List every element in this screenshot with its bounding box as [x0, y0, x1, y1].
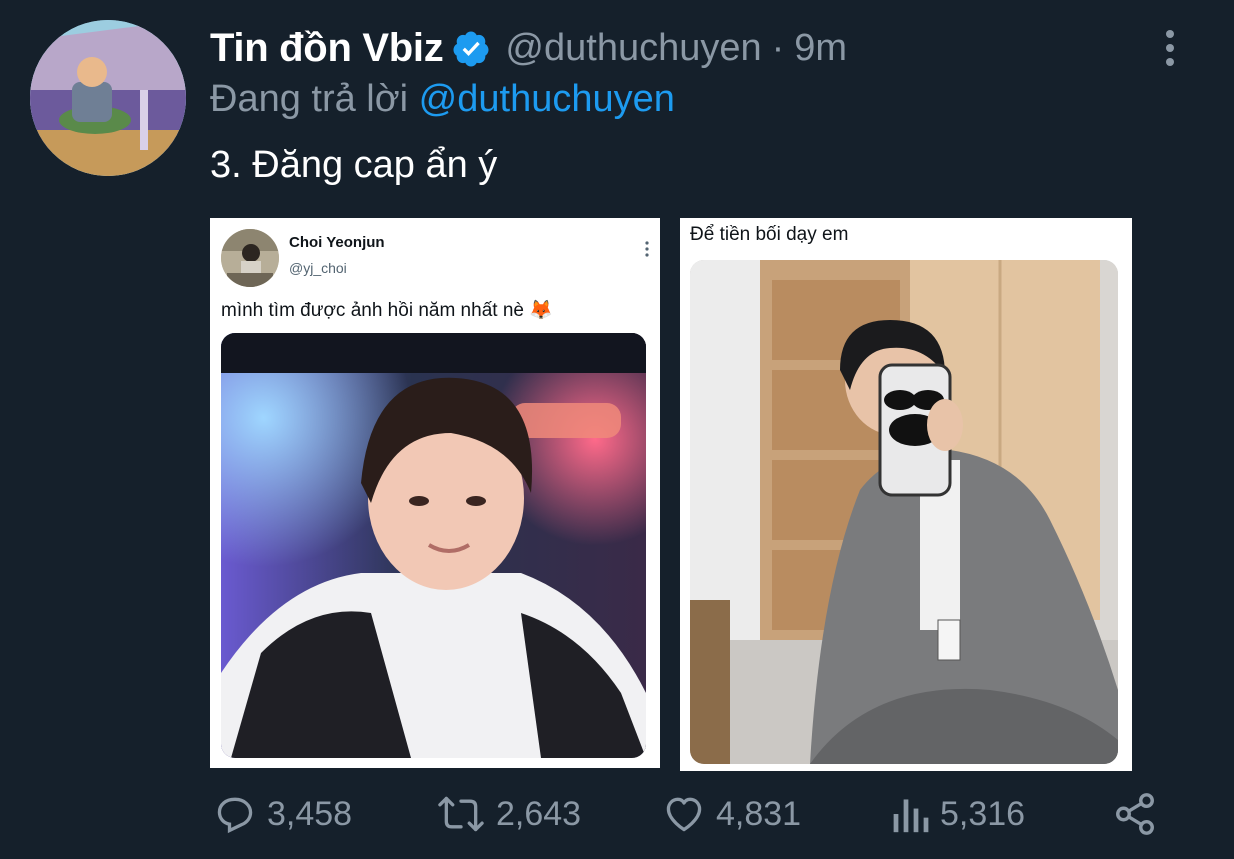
media-image-left[interactable]: Choi Yeonjun @yj_choi mình tìm được ảnh … — [210, 218, 660, 768]
author-name[interactable]: Tin đồn Vbiz — [210, 26, 444, 71]
author-handle[interactable]: @duthuchuyen — [505, 27, 761, 70]
tweet-actions: 3,458 2,643 4,831 5,316 — [0, 788, 1234, 840]
reply-prefix: Đang trả lời — [210, 78, 409, 120]
verified-badge-icon — [453, 31, 489, 66]
quoted-author-handle: @yj_choi — [289, 260, 347, 276]
media-image-right[interactable]: Để tiền bối dạy em — [680, 218, 1132, 771]
quoted-tweet-text: mình tìm được ảnh hồi năm nhất nè 🦊 — [221, 300, 553, 321]
share-icon — [1116, 793, 1154, 835]
reply-count: 3,458 — [267, 794, 353, 833]
reply-icon — [217, 797, 253, 834]
retweet-icon — [438, 796, 484, 832]
retweet-count: 2,643 — [496, 794, 582, 833]
like-icon — [666, 797, 702, 832]
separator: · — [771, 27, 785, 69]
retweet-button[interactable]: 2,643 — [436, 788, 581, 840]
like-count: 4,831 — [716, 794, 802, 833]
views-button[interactable]: 5,316 — [890, 788, 1025, 840]
quoted-more-icon — [645, 241, 649, 257]
author-avatar[interactable] — [30, 20, 186, 176]
image-caption: Để tiền bối dạy em — [690, 224, 849, 245]
tweet-header: Tin đồn Vbiz @duthuchuyen · 9m — [210, 26, 847, 71]
reply-context: Đang trả lời @duthuchuyen — [210, 78, 675, 121]
quoted-avatar — [221, 229, 279, 287]
share-button[interactable] — [1112, 788, 1168, 840]
selfie-photo — [690, 260, 1118, 764]
quoted-photo — [221, 333, 646, 758]
reply-button[interactable]: 3,458 — [213, 788, 352, 840]
quoted-author-name: Choi Yeonjun — [289, 234, 385, 251]
reply-mention[interactable]: @duthuchuyen — [419, 78, 675, 120]
timestamp[interactable]: 9m — [794, 27, 847, 70]
views-count: 5,316 — [940, 794, 1026, 833]
more-options-icon[interactable] — [1160, 28, 1180, 68]
like-button[interactable]: 4,831 — [662, 788, 801, 840]
tweet-text: 3. Đăng cap ẩn ý — [210, 144, 498, 186]
views-icon — [893, 799, 929, 833]
